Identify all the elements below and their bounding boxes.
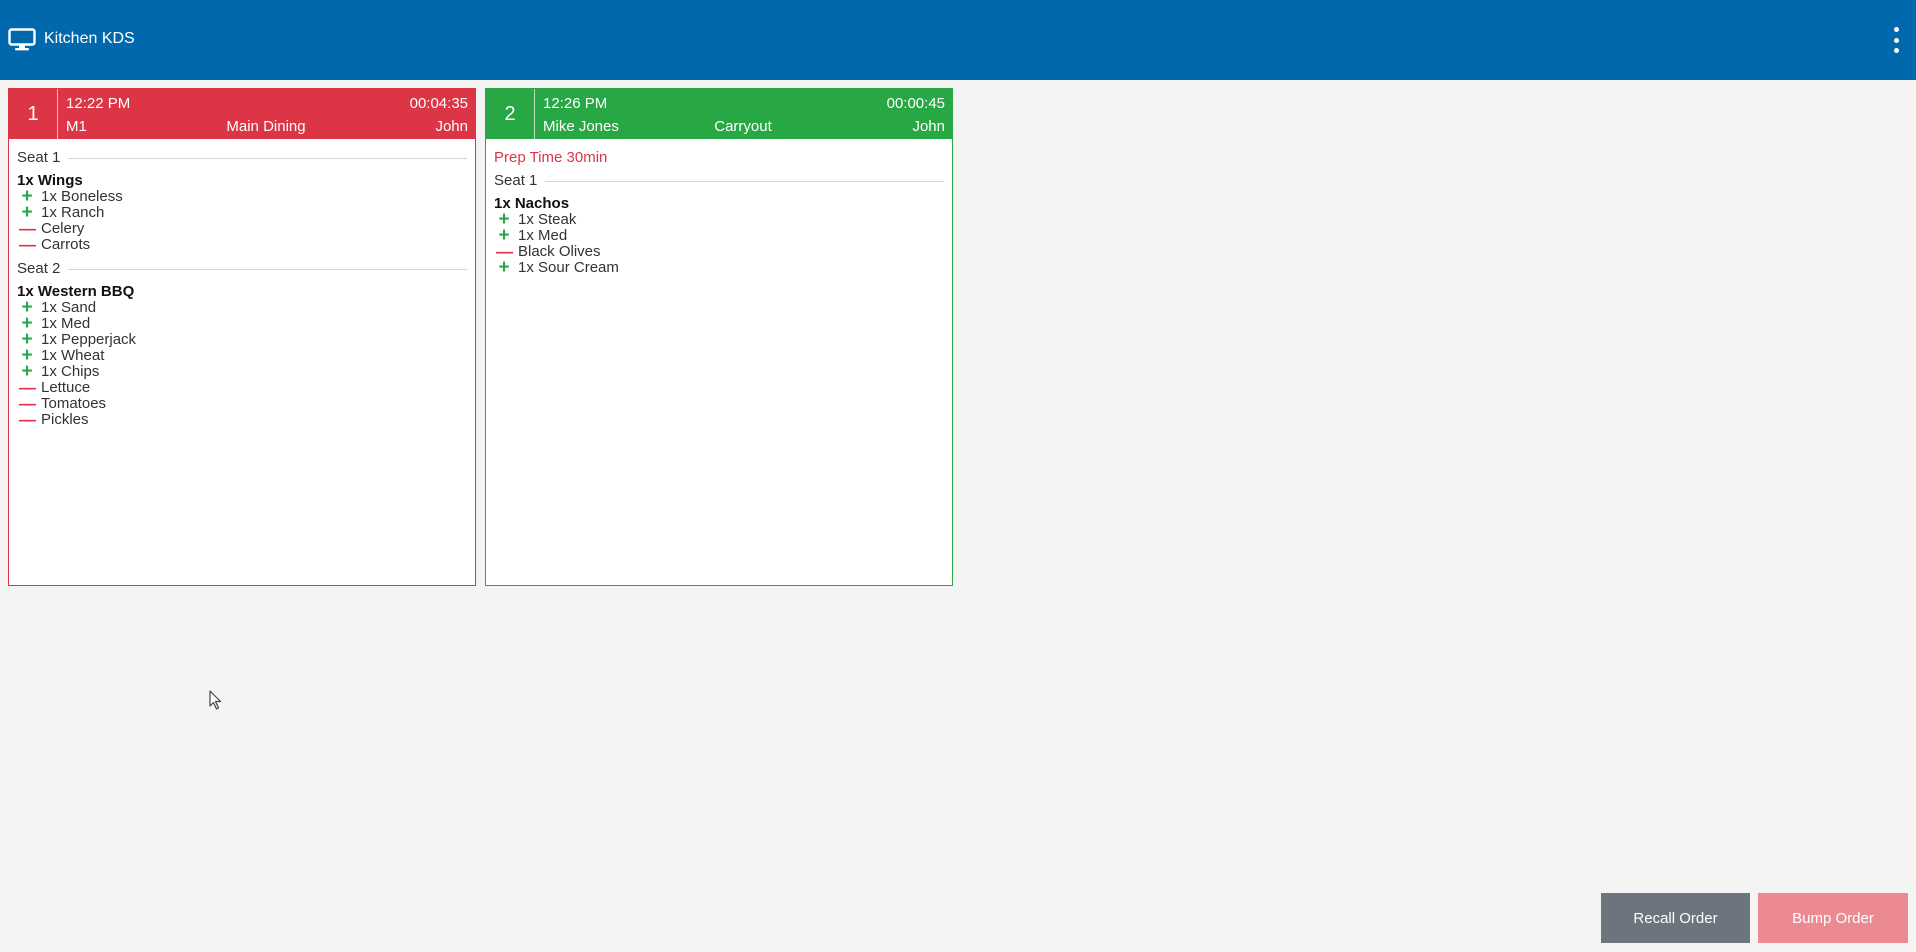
modifier-text: 1x Pepperjack	[41, 331, 137, 348]
item-name: 1x Wings	[17, 172, 83, 189]
app-title: Kitchen KDS	[44, 30, 135, 47]
plus-icon: +	[498, 257, 510, 278]
modifier-row: +1x Sand	[17, 298, 467, 317]
modifier-text: 1x Wheat	[41, 347, 105, 364]
modifier-row: +1x Pepperjack	[17, 330, 467, 349]
order-ticket-2[interactable]: 2 12:26 PM 00:00:45 Carryout Mike Jones …	[485, 88, 953, 586]
order-item[interactable]: 1x Nachos +1x Steak +1x Med — Black Olive…	[494, 195, 944, 278]
modifier-row: — Carrots	[17, 235, 467, 254]
ticket-header[interactable]: 2 12:26 PM 00:00:45 Carryout Mike Jones …	[486, 89, 952, 139]
modifier-text: 1x Boneless	[41, 188, 123, 205]
seat-label: Seat 1	[494, 172, 538, 189]
modifier-text: Pickles	[41, 411, 89, 428]
order-reference: Mike Jones	[543, 118, 619, 135]
modifier-text: Tomatoes	[41, 395, 107, 412]
modifier-row: — Lettuce	[17, 379, 467, 396]
order-time: 12:22 PM	[66, 95, 131, 112]
modifier-text: Lettuce	[41, 379, 91, 396]
ticket-header[interactable]: 1 12:22 PM 00:04:35 Main Dining M1 John	[9, 89, 475, 139]
modifier-row: +1x Ranch	[17, 203, 467, 222]
top-app-bar: Kitchen KDS	[0, 0, 1916, 80]
minus-icon: —	[19, 235, 36, 254]
order-reference: M1	[66, 118, 87, 135]
monitor-icon	[8, 28, 36, 51]
modifier-text: 1x Med	[518, 227, 568, 244]
modifier-row: — Celery	[17, 220, 467, 237]
modifier-row: +1x Med	[494, 226, 944, 245]
minus-icon: —	[19, 410, 36, 429]
ticket-body: Prep Time 30min Seat 1 1x Nachos +1x Ste…	[494, 150, 944, 284]
modifier-text: Black Olives	[518, 243, 601, 260]
modifier-row: — Tomatoes	[17, 395, 467, 412]
elapsed-timer: 00:04:35	[409, 95, 468, 112]
modifier-row: +1x Boneless	[17, 187, 467, 206]
modifier-row: — Black Olives	[494, 243, 944, 260]
modifier-text: Carrots	[41, 236, 91, 253]
modifier-text: 1x Chips	[41, 363, 100, 380]
seat-divider: Seat 1	[17, 150, 467, 166]
elapsed-timer: 00:00:45	[886, 95, 945, 112]
more-vert-icon[interactable]	[1890, 27, 1902, 53]
order-item[interactable]: 1x Wings +1x Boneless +1x Ranch — Celery …	[17, 172, 467, 254]
mouse-pointer-icon	[209, 690, 222, 710]
modifier-row: +1x Steak	[494, 210, 944, 229]
modifier-text: 1x Med	[41, 315, 91, 332]
seat-divider: Seat 1	[494, 173, 944, 189]
modifier-text: 1x Steak	[518, 211, 577, 228]
server-name: John	[912, 118, 945, 135]
modifier-row: — Pickles	[17, 410, 467, 429]
order-time: 12:26 PM	[543, 95, 608, 112]
order-ticket-1[interactable]: 1 12:22 PM 00:04:35 Main Dining M1 John …	[8, 88, 476, 586]
order-item[interactable]: 1x Western BBQ +1x Sand +1x Med +1x Pepp…	[17, 283, 467, 429]
modifier-text: Celery	[41, 220, 85, 237]
seat-divider: Seat 2	[17, 261, 467, 277]
item-name: 1x Nachos	[494, 195, 570, 212]
modifier-text: 1x Ranch	[41, 204, 105, 221]
seat-label: Seat 1	[17, 149, 61, 166]
recall-order-button[interactable]: Recall Order	[1601, 893, 1750, 943]
modifier-text: 1x Sand	[41, 299, 97, 316]
bump-order-button[interactable]: Bump Order	[1758, 893, 1908, 943]
modifier-row: +1x Med	[17, 314, 467, 333]
modifier-row: +1x Sour Cream	[494, 257, 944, 278]
modifier-row: +1x Wheat	[17, 346, 467, 365]
seat-label: Seat 2	[17, 260, 61, 277]
server-name: John	[435, 118, 468, 135]
item-name: 1x Western BBQ	[17, 283, 135, 300]
prep-time-note: Prep Time 30min	[494, 149, 608, 166]
modifier-text: 1x Sour Cream	[518, 259, 619, 276]
ticket-body: Seat 1 1x Wings +1x Boneless +1x Ranch —…	[17, 150, 467, 436]
modifier-row: +1x Chips	[17, 362, 467, 381]
